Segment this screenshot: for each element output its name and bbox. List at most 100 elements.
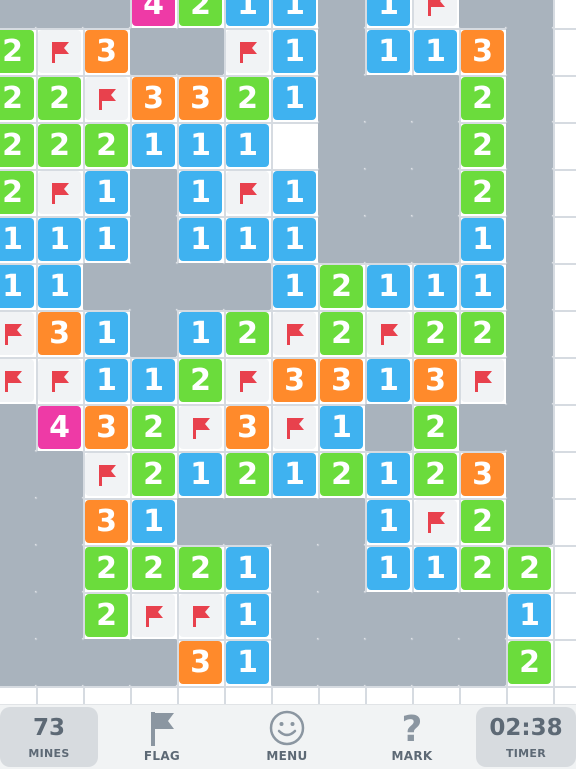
- number-cell-4[interactable]: 4: [132, 0, 175, 26]
- revealed-cell[interactable]: [130, 639, 177, 686]
- number-cell-3[interactable]: 3: [85, 30, 128, 73]
- number-cell-2[interactable]: 2: [461, 124, 504, 167]
- revealed-cell[interactable]: [318, 592, 365, 639]
- number-cell-2[interactable]: 2: [179, 547, 222, 590]
- game-board[interactable]: 4211123111322332122221112211121111111111…: [0, 0, 576, 704]
- revealed-cell[interactable]: [318, 169, 365, 216]
- number-cell-1[interactable]: 1: [367, 30, 410, 73]
- number-cell-2[interactable]: 2: [414, 406, 457, 449]
- number-cell-1[interactable]: 1: [85, 218, 128, 261]
- revealed-cell[interactable]: [36, 0, 83, 28]
- number-cell-2[interactable]: 2: [132, 453, 175, 496]
- number-cell-3[interactable]: 3: [132, 77, 175, 120]
- number-cell-1[interactable]: 1: [179, 312, 222, 355]
- number-cell-1[interactable]: 1: [179, 453, 222, 496]
- revealed-cell[interactable]: [459, 404, 506, 451]
- number-cell-1[interactable]: 1: [38, 218, 81, 261]
- revealed-cell[interactable]: [365, 122, 412, 169]
- number-cell-1[interactable]: 1: [226, 218, 269, 261]
- revealed-cell[interactable]: [459, 592, 506, 639]
- revealed-cell[interactable]: [130, 28, 177, 75]
- revealed-cell[interactable]: [0, 451, 36, 498]
- flagged-cell[interactable]: [414, 500, 457, 543]
- number-cell-1[interactable]: 1: [273, 30, 316, 73]
- number-cell-1[interactable]: 1: [273, 0, 316, 26]
- revealed-cell[interactable]: [506, 75, 553, 122]
- flagged-cell[interactable]: [461, 359, 504, 402]
- revealed-cell[interactable]: [271, 592, 318, 639]
- revealed-cell[interactable]: [506, 357, 553, 404]
- number-cell-2[interactable]: 2: [461, 77, 504, 120]
- revealed-cell[interactable]: [506, 169, 553, 216]
- number-cell-2[interactable]: 2: [38, 77, 81, 120]
- revealed-cell[interactable]: [177, 28, 224, 75]
- number-cell-1[interactable]: 1: [226, 641, 269, 684]
- number-cell-2[interactable]: 2: [0, 124, 34, 167]
- number-cell-2[interactable]: 2: [320, 265, 363, 308]
- flagged-cell[interactable]: [273, 312, 316, 355]
- revealed-cell[interactable]: [271, 545, 318, 592]
- number-cell-3[interactable]: 3: [320, 359, 363, 402]
- flagged-cell[interactable]: [85, 453, 128, 496]
- number-cell-1[interactable]: 1: [226, 0, 269, 26]
- flag-button[interactable]: FLAG: [126, 709, 198, 767]
- revealed-cell[interactable]: [83, 0, 130, 28]
- flagged-cell[interactable]: [414, 0, 457, 26]
- revealed-cell[interactable]: [318, 545, 365, 592]
- revealed-cell[interactable]: [506, 498, 553, 545]
- revealed-cell[interactable]: [506, 122, 553, 169]
- revealed-cell[interactable]: [506, 216, 553, 263]
- revealed-cell[interactable]: [0, 592, 36, 639]
- number-cell-4[interactable]: 4: [38, 406, 81, 449]
- number-cell-2[interactable]: 2: [461, 547, 504, 590]
- number-cell-1[interactable]: 1: [367, 547, 410, 590]
- number-cell-1[interactable]: 1: [414, 30, 457, 73]
- number-cell-1[interactable]: 1: [226, 547, 269, 590]
- number-cell-3[interactable]: 3: [414, 359, 457, 402]
- number-cell-2[interactable]: 2: [38, 124, 81, 167]
- number-cell-2[interactable]: 2: [226, 77, 269, 120]
- revealed-cell[interactable]: [412, 169, 459, 216]
- revealed-cell[interactable]: [412, 216, 459, 263]
- revealed-cell[interactable]: [506, 0, 553, 28]
- revealed-cell[interactable]: [0, 404, 36, 451]
- revealed-cell[interactable]: [412, 639, 459, 686]
- revealed-cell[interactable]: [36, 451, 83, 498]
- flagged-cell[interactable]: [132, 594, 175, 637]
- number-cell-1[interactable]: 1: [226, 594, 269, 637]
- revealed-cell[interactable]: [0, 498, 36, 545]
- number-cell-3[interactable]: 3: [85, 406, 128, 449]
- number-cell-1[interactable]: 1: [132, 500, 175, 543]
- flagged-cell[interactable]: [179, 406, 222, 449]
- revealed-cell[interactable]: [318, 639, 365, 686]
- number-cell-3[interactable]: 3: [38, 312, 81, 355]
- number-cell-2[interactable]: 2: [132, 406, 175, 449]
- number-cell-1[interactable]: 1: [38, 265, 81, 308]
- number-cell-2[interactable]: 2: [508, 547, 551, 590]
- number-cell-1[interactable]: 1: [367, 0, 410, 26]
- revealed-cell[interactable]: [36, 592, 83, 639]
- revealed-cell[interactable]: [459, 0, 506, 28]
- number-cell-2[interactable]: 2: [85, 124, 128, 167]
- flagged-cell[interactable]: [38, 171, 81, 214]
- revealed-cell[interactable]: [0, 545, 36, 592]
- revealed-cell[interactable]: [506, 263, 553, 310]
- number-cell-1[interactable]: 1: [85, 171, 128, 214]
- number-cell-2[interactable]: 2: [461, 171, 504, 214]
- number-cell-1[interactable]: 1: [461, 218, 504, 261]
- revealed-cell[interactable]: [177, 263, 224, 310]
- revealed-cell[interactable]: [318, 122, 365, 169]
- revealed-cell[interactable]: [224, 263, 271, 310]
- number-cell-1[interactable]: 1: [461, 265, 504, 308]
- number-cell-2[interactable]: 2: [226, 312, 269, 355]
- number-cell-3[interactable]: 3: [226, 406, 269, 449]
- number-cell-1[interactable]: 1: [0, 218, 34, 261]
- revealed-cell[interactable]: [83, 263, 130, 310]
- flagged-cell[interactable]: [226, 30, 269, 73]
- number-cell-1[interactable]: 1: [0, 265, 34, 308]
- revealed-cell[interactable]: [318, 216, 365, 263]
- number-cell-3[interactable]: 3: [273, 359, 316, 402]
- revealed-cell[interactable]: [318, 0, 365, 28]
- mark-button[interactable]: ? MARK: [376, 709, 448, 767]
- revealed-cell[interactable]: [36, 545, 83, 592]
